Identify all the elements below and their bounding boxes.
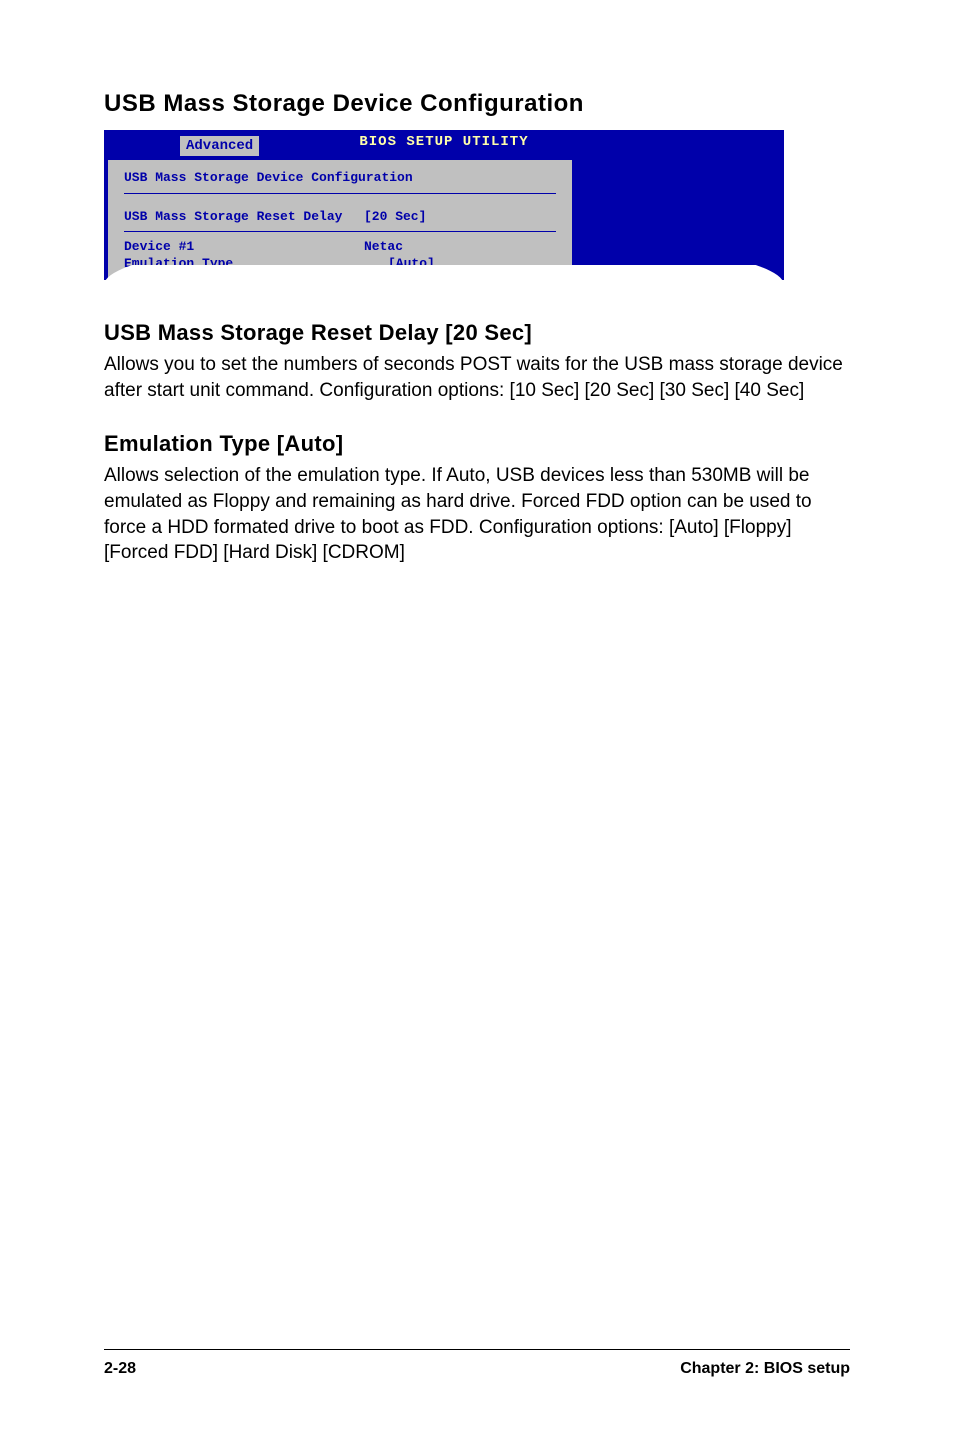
page-heading: USB Mass Storage Device Configuration <box>104 90 854 118</box>
bios-left-pane: USB Mass Storage Device Configuration US… <box>104 160 573 280</box>
body-text-emulation: Allows selection of the emulation type. … <box>104 463 854 566</box>
subheading-reset-delay: USB Mass Storage Reset Delay [20 Sec] <box>104 320 854 346</box>
chapter-label: Chapter 2: BIOS setup <box>680 1360 850 1378</box>
bios-label: USB Mass Storage Reset Delay <box>124 209 364 224</box>
bios-row-reset-delay: USB Mass Storage Reset Delay [20 Sec] <box>124 208 556 225</box>
page-footer: 2-28 Chapter 2: BIOS setup <box>0 1349 954 1378</box>
bios-tab-advanced: Advanced <box>180 136 259 156</box>
page-number: 2-28 <box>104 1360 136 1378</box>
bios-divider <box>124 231 556 232</box>
bios-panel-title: USB Mass Storage Device Configuration <box>124 170 556 194</box>
bios-right-pane <box>573 160 784 280</box>
bios-titlebar: Advanced BIOS SETUP UTILITY <box>104 130 784 160</box>
bios-bottom-curve <box>104 265 784 295</box>
bios-utility-title: BIOS SETUP UTILITY <box>359 134 528 150</box>
bios-screenshot-panel: Advanced BIOS SETUP UTILITY USB Mass Sto… <box>104 130 784 280</box>
bios-body: USB Mass Storage Device Configuration US… <box>104 160 784 280</box>
bios-label: Device #1 <box>124 239 364 254</box>
bios-value: Netac <box>364 239 556 254</box>
subheading-emulation: Emulation Type [Auto] <box>104 431 854 457</box>
bios-value: [20 Sec] <box>364 209 556 224</box>
body-text-reset-delay: Allows you to set the numbers of seconds… <box>104 352 854 403</box>
bios-row-device: Device #1 Netac <box>124 238 556 255</box>
